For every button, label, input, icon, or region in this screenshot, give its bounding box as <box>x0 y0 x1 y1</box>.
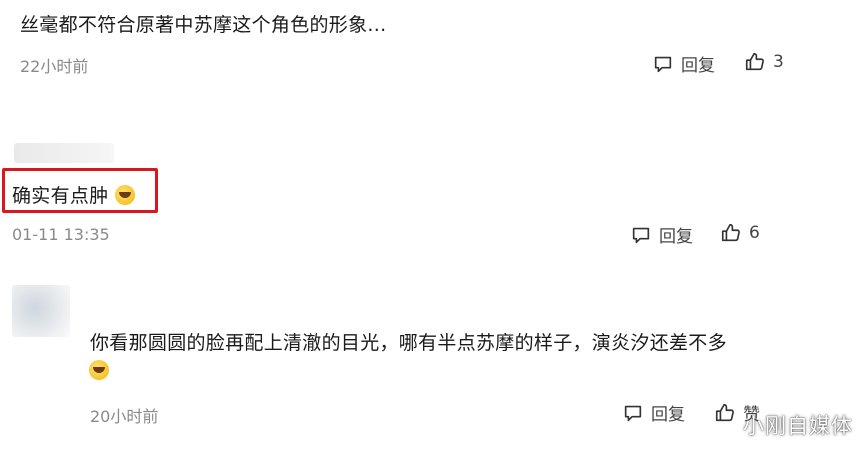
comment-icon <box>632 227 650 243</box>
thumbs-up-icon <box>745 52 764 71</box>
blurred-username <box>14 143 114 163</box>
reply-button[interactable]: 回复 <box>630 222 693 247</box>
blurred-avatar <box>12 285 70 337</box>
comment-time: 22小时前 <box>20 57 89 76</box>
comment-text-content: 确实有点肿 <box>12 185 109 207</box>
comment-text: 丝毫都不符合原著中苏摩这个角色的形象... <box>20 14 387 36</box>
like-count: 6 <box>749 223 760 243</box>
thumbs-up-icon <box>715 403 734 421</box>
like-button[interactable]: 6 <box>720 222 760 244</box>
laugh-cry-emoji-icon <box>114 185 135 205</box>
like-button[interactable]: 3 <box>744 51 784 73</box>
comment-text: 你看那圆圆的脸再配上清澈的目光，哪有半点苏摩的样子，演炎汐还差不多 <box>90 332 727 354</box>
reply-button[interactable]: 回复 <box>652 51 715 76</box>
laugh-cry-emoji-icon <box>89 360 109 380</box>
comment-icon <box>654 56 672 72</box>
comment-time: 20小时前 <box>90 407 159 426</box>
reply-button[interactable]: 回复 <box>622 400 685 425</box>
comment-icon <box>624 405 642 421</box>
like-count: 3 <box>773 52 784 72</box>
thumbs-up-icon <box>721 223 740 242</box>
reply-label: 回复 <box>681 56 715 76</box>
comment-text: 确实有点肿 <box>12 181 135 208</box>
comment-time: 01-11 13:35 <box>12 225 110 244</box>
reply-label: 回复 <box>651 405 685 425</box>
reply-label: 回复 <box>659 227 693 247</box>
watermark: 小刚自媒体 <box>743 414 853 438</box>
